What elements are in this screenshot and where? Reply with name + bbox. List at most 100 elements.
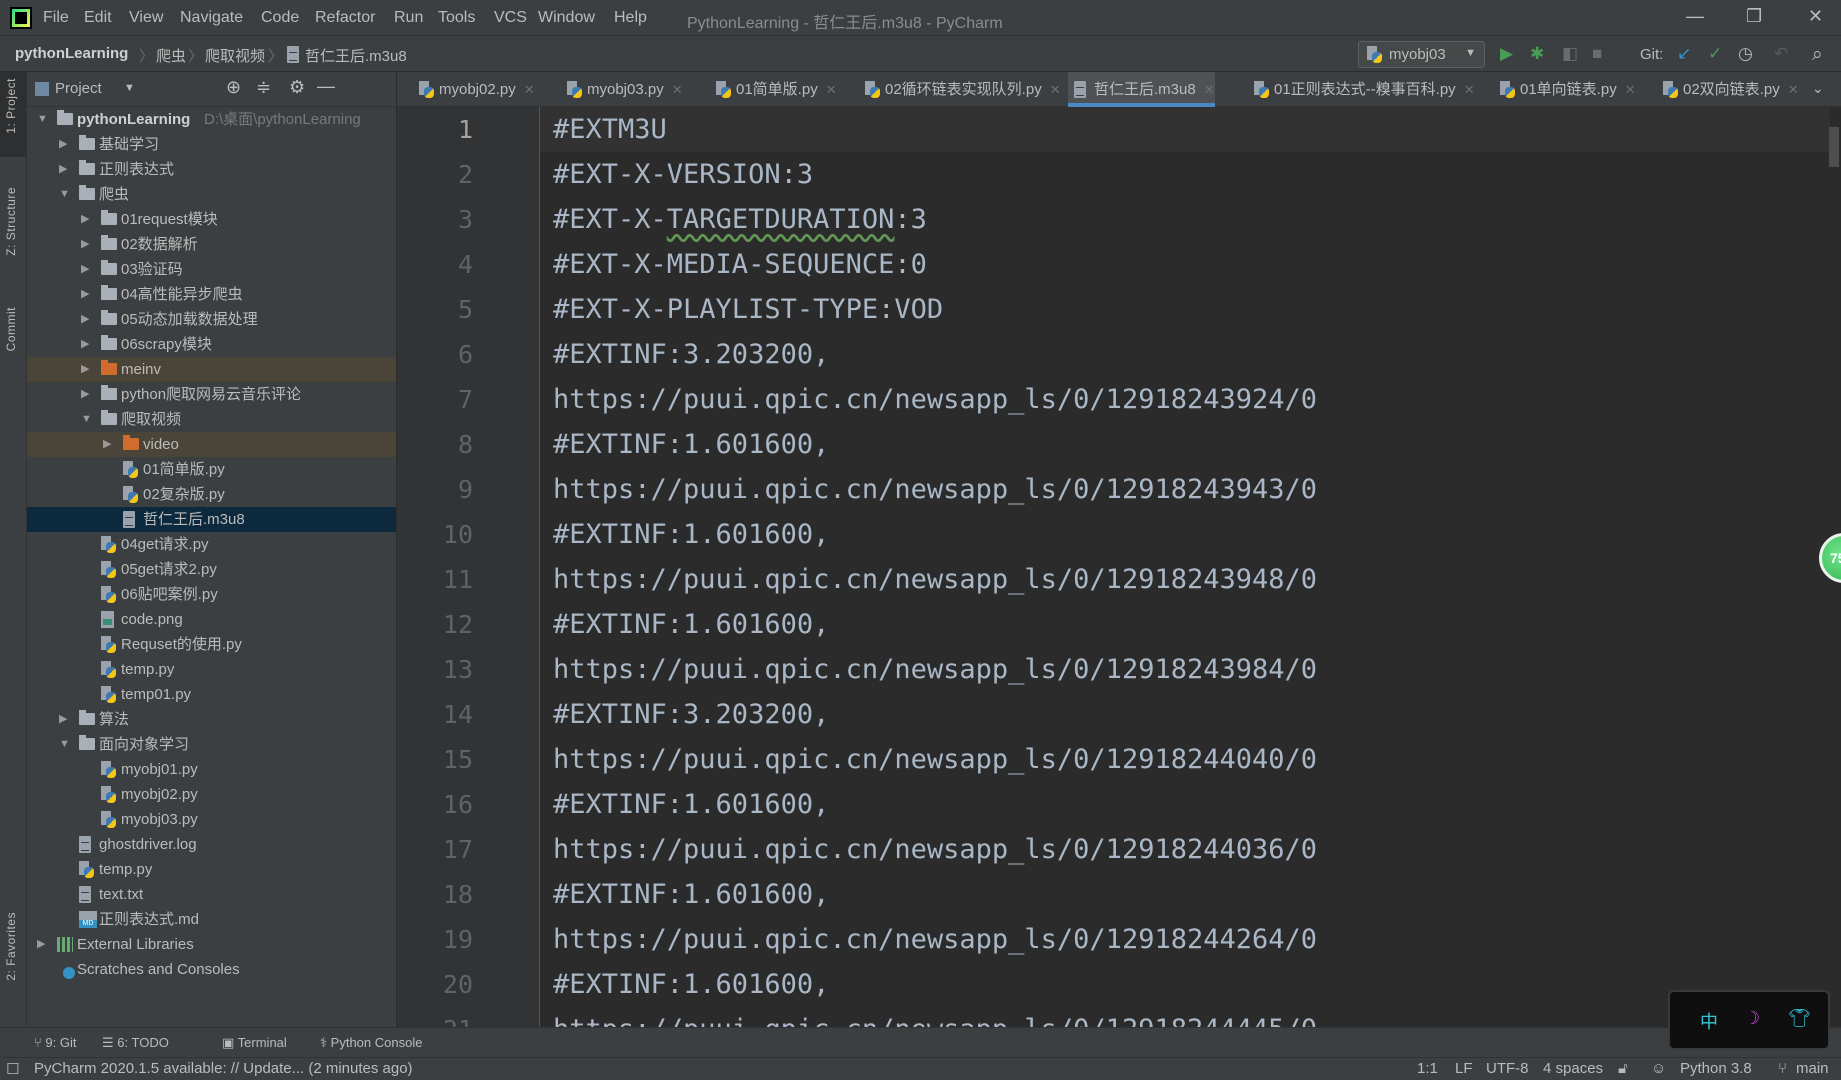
code-line[interactable]: #EXT-X-TARGETDURATION:3 — [553, 197, 927, 242]
breadcrumb-project[interactable]: pythonLearning — [15, 45, 128, 62]
tree-item[interactable]: temp.py — [27, 857, 396, 882]
editor-tab[interactable]: 01单向链表.py ✕ — [1494, 72, 1636, 107]
tree-item[interactable]: ▶ 06scrapy模块 — [27, 332, 396, 357]
editor[interactable]: 123456789101112131415161718192021 #EXTM3… — [397, 107, 1841, 1027]
breadcrumb-subfolder[interactable]: 爬取视频 — [205, 45, 265, 66]
editor-tab[interactable]: 01简单版.py ✕ — [710, 72, 837, 107]
tree-item[interactable]: 02复杂版.py — [27, 482, 396, 507]
code-line[interactable]: #EXTINF:3.203200, — [553, 332, 829, 377]
project-view-selector[interactable]: Project — [55, 80, 102, 97]
tree-item[interactable]: ▶ meinv — [27, 357, 396, 382]
menu-code[interactable]: Code — [261, 9, 299, 27]
close-icon[interactable]: ✕ — [1808, 6, 1823, 27]
code-line[interactable]: https://puui.qpic.cn/newsapp_ls/0/129182… — [553, 827, 1317, 872]
menu-refactor[interactable]: Refactor — [315, 9, 375, 27]
tool-project[interactable]: 1: Project — [4, 78, 18, 134]
tree-item[interactable]: 04get请求.py — [27, 532, 396, 557]
code-line[interactable]: https://puui.qpic.cn/newsapp_ls/0/129182… — [553, 377, 1317, 422]
code-line[interactable]: #EXTINF:3.203200, — [553, 692, 829, 737]
collapsed-arrow-icon[interactable]: ▶ — [59, 132, 67, 157]
tool-favorites[interactable]: 2: Favorites — [4, 912, 18, 981]
tree-item[interactable]: 正则表达式.md — [27, 907, 396, 932]
tree-item[interactable]: 05get请求2.py — [27, 557, 396, 582]
code-line[interactable]: https://puui.qpic.cn/newsapp_ls/0/129182… — [553, 557, 1317, 602]
close-tab-icon[interactable]: ✕ — [672, 82, 683, 97]
restore-icon[interactable]: ❐ — [1746, 6, 1762, 27]
status-message[interactable]: PyCharm 2020.1.5 available: // Update...… — [34, 1060, 413, 1077]
expanded-arrow-icon[interactable]: ▼ — [81, 407, 92, 432]
tree-item[interactable]: text.txt — [27, 882, 396, 907]
inspection-ok-icon[interactable]: ✔ — [1827, 107, 1840, 109]
collapsed-arrow-icon[interactable]: ▶ — [59, 707, 67, 732]
editor-tab[interactable]: 01正则表达式--糗事百科.py ✕ — [1248, 72, 1475, 107]
editor-tab[interactable]: 02双向链表.py ✕ — [1657, 72, 1799, 107]
menu-vcs[interactable]: VCS — [494, 9, 527, 27]
tree-item[interactable]: ▶ External Libraries — [27, 932, 396, 957]
line-separator[interactable]: LF — [1455, 1060, 1473, 1077]
code-line[interactable]: #EXTINF:1.601600, — [553, 782, 829, 827]
code-line[interactable]: https://puui.qpic.cn/newsapp_ls/0/129182… — [553, 917, 1317, 962]
close-tab-icon[interactable]: ✕ — [826, 82, 837, 97]
code-line[interactable]: #EXTINF:1.601600, — [553, 512, 829, 557]
code-line[interactable]: https://puui.qpic.cn/newsapp_ls/0/129182… — [553, 647, 1317, 692]
ime-widget[interactable]: 中 ☽ 👕︎ — [1668, 990, 1830, 1050]
expanded-arrow-icon[interactable]: ▼ — [59, 182, 70, 207]
stop-icon[interactable]: ■ — [1592, 44, 1602, 64]
run-icon[interactable]: ▶ — [1500, 44, 1513, 64]
collapsed-arrow-icon[interactable]: ▶ — [81, 207, 89, 232]
tree-item[interactable]: temp01.py — [27, 682, 396, 707]
collapsed-arrow-icon[interactable]: ▶ — [81, 382, 89, 407]
tree-item[interactable]: ▶ python爬取网易云音乐评论 — [27, 382, 396, 407]
code-line[interactable]: #EXTINF:1.601600, — [553, 962, 829, 1007]
python-interpreter[interactable]: Python 3.8 — [1680, 1060, 1752, 1077]
expanded-arrow-icon[interactable]: ▼ — [59, 732, 70, 757]
breadcrumb-folder[interactable]: 爬虫 — [156, 45, 186, 66]
git-commit-icon[interactable]: ✓ — [1708, 44, 1722, 64]
menu-navigate[interactable]: Navigate — [180, 9, 243, 27]
close-tab-icon[interactable]: ✕ — [524, 82, 535, 97]
tree-item[interactable]: ▼ 爬取视频 — [27, 407, 396, 432]
locate-icon[interactable]: ⊕ — [226, 77, 241, 98]
code-line[interactable]: #EXT-X-MEDIA-SEQUENCE:0 — [553, 242, 927, 287]
tree-item[interactable]: 06贴吧案例.py — [27, 582, 396, 607]
tree-item[interactable]: ▶ 04高性能异步爬虫 — [27, 282, 396, 307]
debug-icon[interactable]: ✱ — [1530, 44, 1544, 64]
menu-help[interactable]: Help — [614, 9, 647, 27]
collapsed-arrow-icon[interactable]: ▶ — [81, 307, 89, 332]
lock-icon[interactable]: 🔓︎ — [1618, 1060, 1628, 1077]
tree-item[interactable]: ▶ 01request模块 — [27, 207, 396, 232]
editor-tab[interactable]: 哲仁王后.m3u8 ✕ — [1068, 72, 1215, 107]
ime-language[interactable]: 中 — [1700, 1008, 1718, 1034]
code-line[interactable]: #EXTINF:1.601600, — [553, 422, 829, 467]
menu-file[interactable]: File — [43, 9, 69, 27]
tree-item[interactable]: 哲仁王后.m3u8 — [27, 507, 396, 532]
breadcrumb-file[interactable]: 哲仁王后.m3u8 — [305, 45, 407, 66]
tree-item[interactable]: code.png — [27, 607, 396, 632]
code-line[interactable]: #EXT-X-VERSION:3 — [553, 152, 813, 197]
collapsed-arrow-icon[interactable]: ▶ — [81, 332, 89, 357]
tree-item[interactable]: ▼ 面向对象学习 — [27, 732, 396, 757]
tool-terminal[interactable]: ▣ Terminal — [222, 1035, 287, 1051]
close-tab-icon[interactable]: ✕ — [1050, 82, 1061, 97]
collapsed-arrow-icon[interactable]: ▶ — [81, 282, 89, 307]
menu-view[interactable]: View — [129, 9, 163, 27]
skin-icon[interactable]: 👕︎ — [1788, 1008, 1811, 1029]
collapsed-arrow-icon[interactable]: ▶ — [59, 157, 67, 182]
tree-item[interactable]: myobj03.py — [27, 807, 396, 832]
menu-tools[interactable]: Tools — [438, 9, 475, 27]
minimize-icon[interactable]: — — [1686, 6, 1704, 27]
close-tab-icon[interactable]: ✕ — [1788, 82, 1799, 97]
tree-item[interactable]: ▶ 算法 — [27, 707, 396, 732]
tool-todo[interactable]: ☰ 6: TODO — [102, 1035, 169, 1051]
tree-item[interactable]: 01简单版.py — [27, 457, 396, 482]
code-line[interactable]: #EXT-X-PLAYLIST-TYPE:VOD — [553, 287, 943, 332]
editor-tab[interactable]: myobj02.py ✕ — [413, 72, 535, 107]
close-tab-icon[interactable]: ✕ — [1204, 82, 1215, 97]
tool-git[interactable]: ⑂ 9: Git — [34, 1035, 77, 1050]
tree-item[interactable]: temp.py — [27, 657, 396, 682]
tree-item[interactable]: myobj01.py — [27, 757, 396, 782]
code-line[interactable]: #EXTINF:1.601600, — [553, 872, 829, 917]
coverage-icon[interactable]: ◧ — [1562, 44, 1578, 64]
tree-item[interactable]: ▶ video — [27, 432, 396, 457]
tree-item[interactable]: ▶ 02数据解析 — [27, 232, 396, 257]
